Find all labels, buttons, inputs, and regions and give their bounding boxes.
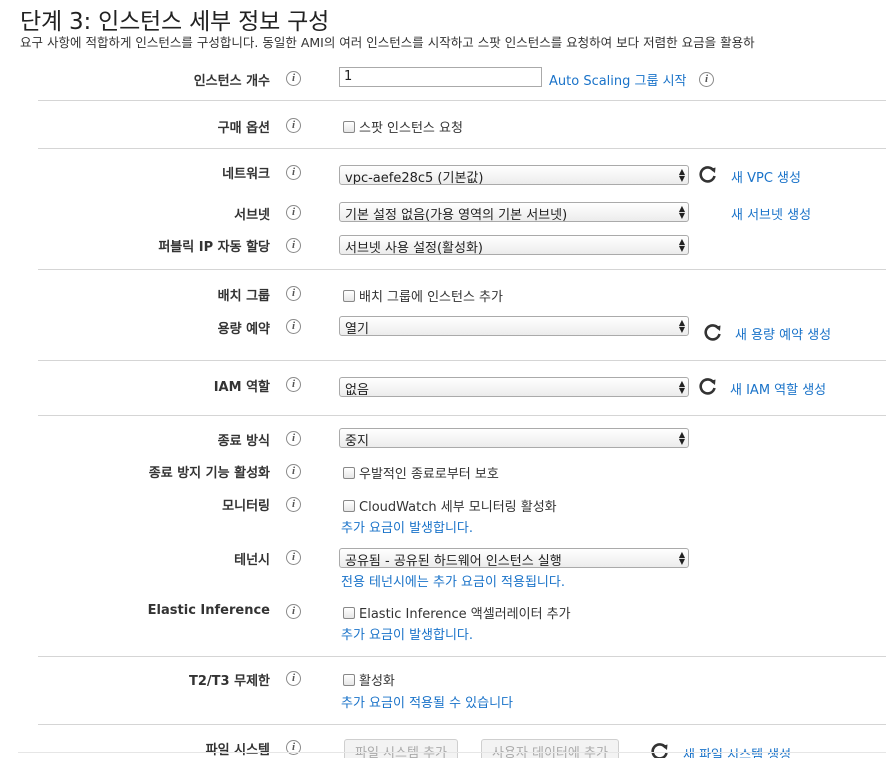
detailed-monitoring-checkbox-label: CloudWatch 세부 모니터링 활성화 [359, 500, 557, 515]
tenancy-select[interactable]: 공유됨 - 공유된 하드웨어 인스턴스 실행 ▲ ▼ [339, 548, 689, 568]
auto-scaling-link[interactable]: Auto Scaling 그룹 시작 [549, 70, 687, 89]
checkbox-icon[interactable] [343, 467, 355, 479]
iam-role-select-value: 없음 [345, 383, 369, 397]
info-icon[interactable]: i [286, 431, 301, 446]
elastic-inference-option[interactable]: Elastic Inference 액셀러레이터 추가 [343, 603, 571, 622]
select-arrows-icon: ▲ ▼ [678, 379, 685, 395]
info-icon[interactable]: i [286, 319, 301, 334]
select-arrows-icon: ▲ ▼ [678, 204, 685, 220]
section-divider [38, 656, 886, 657]
placement-group-checkbox-label: 배치 그룹에 인스턴스 추가 [359, 290, 503, 305]
capacity-reservation-select[interactable]: 열기 ▲ ▼ [339, 316, 689, 336]
t2t3-charge-note: 추가 요금이 적용될 수 있습니다 [341, 696, 514, 711]
create-capacity-reservation-link[interactable]: 새 용량 예약 생성 [735, 324, 831, 343]
info-icon[interactable]: i [286, 604, 301, 619]
shutdown-behavior-label: 종료 방식 [217, 434, 270, 449]
info-icon[interactable]: i [699, 72, 714, 87]
placement-group-label: 배치 그룹 [217, 289, 270, 304]
section-divider [38, 360, 886, 361]
public-ip-label: 퍼블릭 IP 자동 할당 [158, 240, 270, 255]
instance-count-input[interactable]: 1 [339, 67, 542, 87]
select-arrows-icon: ▲ ▼ [678, 167, 685, 183]
section-divider [38, 415, 886, 416]
add-file-system-button[interactable]: 파일 시스템 추가 [344, 739, 458, 758]
spot-instance-label: 스팟 인스턴스 요청 [359, 121, 463, 136]
refresh-icon[interactable] [698, 164, 718, 184]
termination-protection-option[interactable]: 우발적인 종료로부터 보호 [343, 463, 499, 482]
info-icon[interactable]: i [286, 286, 301, 301]
network-select[interactable]: vpc-aefe28c5 (기본값) ▲ ▼ [339, 165, 689, 185]
checkbox-icon[interactable] [343, 500, 355, 512]
shutdown-behavior-select-value: 중지 [345, 434, 369, 448]
network-label: 네트워크 [222, 167, 270, 182]
capacity-reservation-label: 용량 예약 [217, 322, 270, 337]
add-to-user-data-button[interactable]: 사용자 데이터에 추가 [481, 739, 619, 758]
elastic-inference-checkbox-label: Elastic Inference 액셀러레이터 추가 [359, 607, 571, 622]
select-arrows-icon: ▲ ▼ [678, 550, 685, 566]
termination-protection-checkbox-label: 우발적인 종료로부터 보호 [359, 467, 499, 482]
checkbox-icon[interactable] [343, 290, 355, 302]
detailed-monitoring-option[interactable]: CloudWatch 세부 모니터링 활성화 [343, 496, 557, 515]
iam-role-label: IAM 역할 [213, 380, 270, 395]
iam-role-select[interactable]: 없음 ▲ ▼ [339, 377, 689, 397]
refresh-icon[interactable] [698, 376, 718, 396]
info-icon[interactable]: i [286, 464, 301, 479]
create-vpc-link[interactable]: 새 VPC 생성 [731, 167, 801, 186]
section-divider [38, 148, 886, 149]
section-divider [38, 724, 886, 725]
purchase-option-label: 구매 옵션 [217, 121, 270, 136]
network-select-value: vpc-aefe28c5 (기본값) [345, 171, 484, 185]
info-icon[interactable]: i [286, 205, 301, 220]
monitoring-label: 모니터링 [222, 499, 270, 514]
tenancy-select-value: 공유됨 - 공유된 하드웨어 인스턴스 실행 [345, 554, 562, 568]
bottom-border [18, 752, 886, 753]
page-subtitle: 요구 사항에 적합하게 인스턴스를 구성합니다. 동일한 AMI의 여러 인스턴… [20, 35, 755, 50]
select-arrows-icon: ▲ ▼ [678, 430, 685, 446]
shutdown-behavior-select[interactable]: 중지 ▲ ▼ [339, 428, 689, 448]
t2t3-unlimited-option[interactable]: 활성화 [343, 670, 395, 689]
termination-protection-label: 종료 방지 기능 활성화 [148, 466, 270, 481]
info-icon[interactable]: i [286, 118, 301, 133]
info-icon[interactable]: i [286, 497, 301, 512]
elastic-inference-charge-note: 추가 요금이 발생합니다. [341, 628, 473, 643]
t2t3-unlimited-label: T2/T3 무제한 [189, 674, 270, 689]
info-icon[interactable]: i [286, 165, 301, 180]
checkbox-icon[interactable] [343, 607, 355, 619]
select-arrows-icon: ▲ ▼ [678, 318, 685, 334]
subnet-label: 서브넷 [234, 208, 270, 223]
instance-count-label: 인스턴스 개수 [193, 74, 270, 89]
file-systems-label: 파일 시스템 [205, 743, 270, 758]
capacity-reservation-select-value: 열기 [345, 322, 369, 336]
create-file-system-link[interactable]: 새 파일 시스템 생성 [683, 744, 791, 758]
subnet-select-value: 기본 설정 없음(가용 영역의 기본 서브넷) [345, 208, 568, 222]
section-divider [38, 269, 886, 270]
public-ip-select[interactable]: 서브넷 사용 설정(활성화) ▲ ▼ [339, 235, 689, 255]
public-ip-select-value: 서브넷 사용 설정(활성화) [345, 241, 484, 255]
refresh-icon[interactable] [650, 741, 670, 758]
spot-instance-option[interactable]: 스팟 인스턴스 요청 [343, 117, 463, 136]
t2t3-unlimited-checkbox-label: 활성화 [359, 674, 395, 689]
checkbox-icon[interactable] [343, 121, 355, 133]
create-subnet-link[interactable]: 새 서브넷 생성 [731, 204, 811, 223]
section-divider [38, 100, 886, 101]
monitoring-charge-note: 추가 요금이 발생합니다. [341, 521, 473, 536]
info-icon[interactable]: i [286, 671, 301, 686]
subnet-select[interactable]: 기본 설정 없음(가용 영역의 기본 서브넷) ▲ ▼ [339, 202, 689, 222]
elastic-inference-label: Elastic Inference [147, 603, 270, 618]
page-title: 단계 3: 인스턴스 세부 정보 구성 [20, 9, 330, 35]
tenancy-label: 테넌시 [234, 553, 270, 568]
create-iam-role-link[interactable]: 새 IAM 역할 생성 [730, 379, 826, 398]
info-icon[interactable]: i [286, 377, 301, 392]
info-icon[interactable]: i [286, 71, 301, 86]
select-arrows-icon: ▲ ▼ [678, 237, 685, 253]
placement-group-option[interactable]: 배치 그룹에 인스턴스 추가 [343, 286, 503, 305]
tenancy-charge-note: 전용 테넌시에는 추가 요금이 적용됩니다. [341, 575, 565, 590]
configure-instance-page: 단계 3: 인스턴스 세부 정보 구성 요구 사항에 적합하게 인스턴스를 구성… [0, 0, 886, 758]
info-icon[interactable]: i [286, 550, 301, 565]
refresh-icon[interactable] [703, 322, 723, 342]
checkbox-icon[interactable] [343, 674, 355, 686]
info-icon[interactable]: i [286, 238, 301, 253]
